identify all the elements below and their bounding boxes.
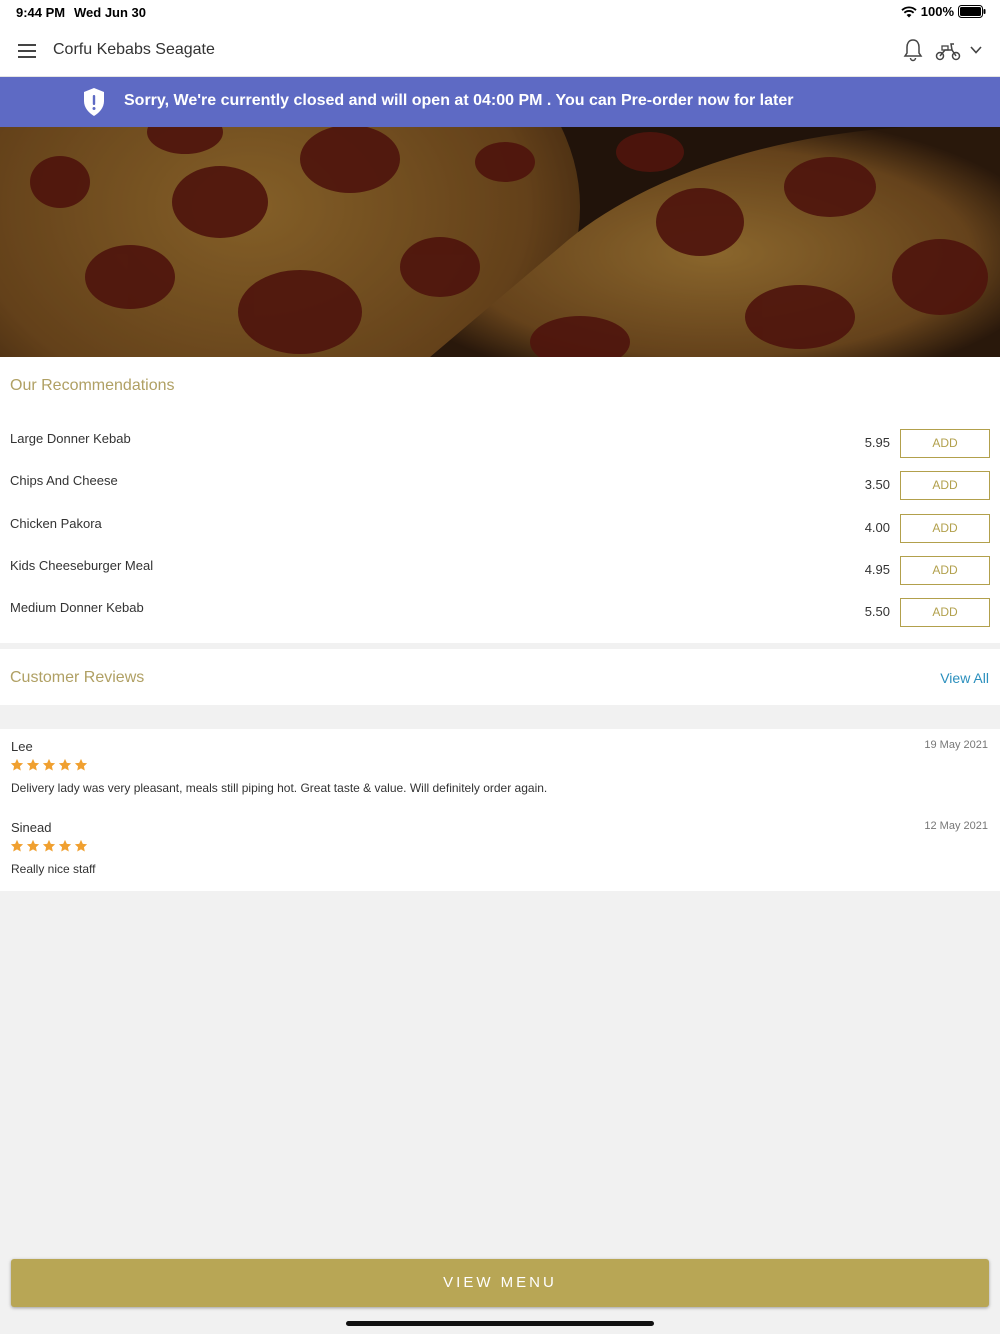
star-icon xyxy=(26,839,40,853)
star-icon xyxy=(26,758,40,772)
status-date: Wed Jun 30 xyxy=(74,5,147,20)
home-indicator xyxy=(346,1321,654,1326)
closed-message: Sorry, We're currently closed and will o… xyxy=(124,92,794,109)
reviews-list: Lee 19 May 2021 Delivery lady was very p… xyxy=(0,729,1000,891)
add-button[interactable]: ADD xyxy=(900,429,990,458)
review-date: 19 May 2021 xyxy=(924,739,988,751)
item-price: 4.95 xyxy=(864,562,890,577)
battery-percent: 100% xyxy=(920,4,954,19)
add-button[interactable]: ADD xyxy=(900,514,990,543)
list-item: Large Donner Kebab 5.95 ADD xyxy=(0,429,1000,471)
item-name: Medium Donner Kebab xyxy=(10,600,144,615)
star-icon xyxy=(10,758,24,772)
recommendations-section: Our Recommendations Large Donner Kebab 5… xyxy=(0,357,1000,643)
status-bar: 9:44 PM Wed Jun 30 100% xyxy=(0,0,1000,24)
review-date: 12 May 2021 xyxy=(924,820,988,832)
closed-banner: Sorry, We're currently closed and will o… xyxy=(0,77,1000,127)
review-item: Lee 19 May 2021 Delivery lady was very p… xyxy=(0,729,1000,809)
item-name: Kids Cheeseburger Meal xyxy=(10,558,154,573)
star-rating xyxy=(10,758,88,772)
star-rating xyxy=(10,839,88,853)
recommendations-title: Our Recommendations xyxy=(10,377,175,394)
star-icon xyxy=(10,839,24,853)
star-icon xyxy=(42,758,56,772)
item-price: 4.00 xyxy=(864,520,890,535)
add-button[interactable]: ADD xyxy=(900,598,990,627)
battery-icon xyxy=(958,5,986,18)
scooter-icon[interactable] xyxy=(935,40,961,62)
reviews-header: Customer Reviews View All xyxy=(0,649,1000,705)
item-price: 5.95 xyxy=(864,435,890,450)
star-icon xyxy=(74,758,88,772)
item-name: Chips And Cheese xyxy=(10,473,118,488)
hero-image xyxy=(0,127,1000,357)
review-item: Sinead 12 May 2021 Really nice staff xyxy=(0,810,1000,890)
review-text: Really nice staff xyxy=(11,862,96,876)
star-icon xyxy=(58,839,72,853)
item-name: Large Donner Kebab xyxy=(10,431,131,446)
list-item: Kids Cheeseburger Meal 4.95 ADD xyxy=(0,556,1000,598)
view-menu-button[interactable]: VIEW MENU xyxy=(11,1259,989,1307)
view-all-link[interactable]: View All xyxy=(940,670,989,686)
review-text: Delivery lady was very pleasant, meals s… xyxy=(11,781,548,795)
status-right: 100% xyxy=(901,4,986,19)
bell-icon[interactable] xyxy=(902,38,924,62)
chevron-down-icon[interactable] xyxy=(969,43,983,57)
reviewer-name: Sinead xyxy=(11,820,52,835)
add-button[interactable]: ADD xyxy=(900,471,990,500)
list-item: Chips And Cheese 3.50 ADD xyxy=(0,471,1000,513)
reviews-title: Customer Reviews xyxy=(10,669,145,686)
add-button[interactable]: ADD xyxy=(900,556,990,585)
item-name: Chicken Pakora xyxy=(10,516,102,531)
star-icon xyxy=(74,839,88,853)
hamburger-menu-icon[interactable] xyxy=(16,41,38,61)
app-header: Corfu Kebabs Seagate xyxy=(0,24,1000,77)
item-price: 5.50 xyxy=(864,604,890,619)
list-item: Medium Donner Kebab 5.50 ADD xyxy=(0,598,1000,640)
star-icon xyxy=(58,758,72,772)
list-item: Chicken Pakora 4.00 ADD xyxy=(0,514,1000,556)
wifi-icon xyxy=(901,5,917,17)
item-price: 3.50 xyxy=(864,477,890,492)
shield-alert-icon xyxy=(84,88,104,116)
star-icon xyxy=(42,839,56,853)
reviewer-name: Lee xyxy=(11,739,33,754)
restaurant-title: Corfu Kebabs Seagate xyxy=(53,41,215,58)
status-time: 9:44 PM xyxy=(16,5,66,20)
